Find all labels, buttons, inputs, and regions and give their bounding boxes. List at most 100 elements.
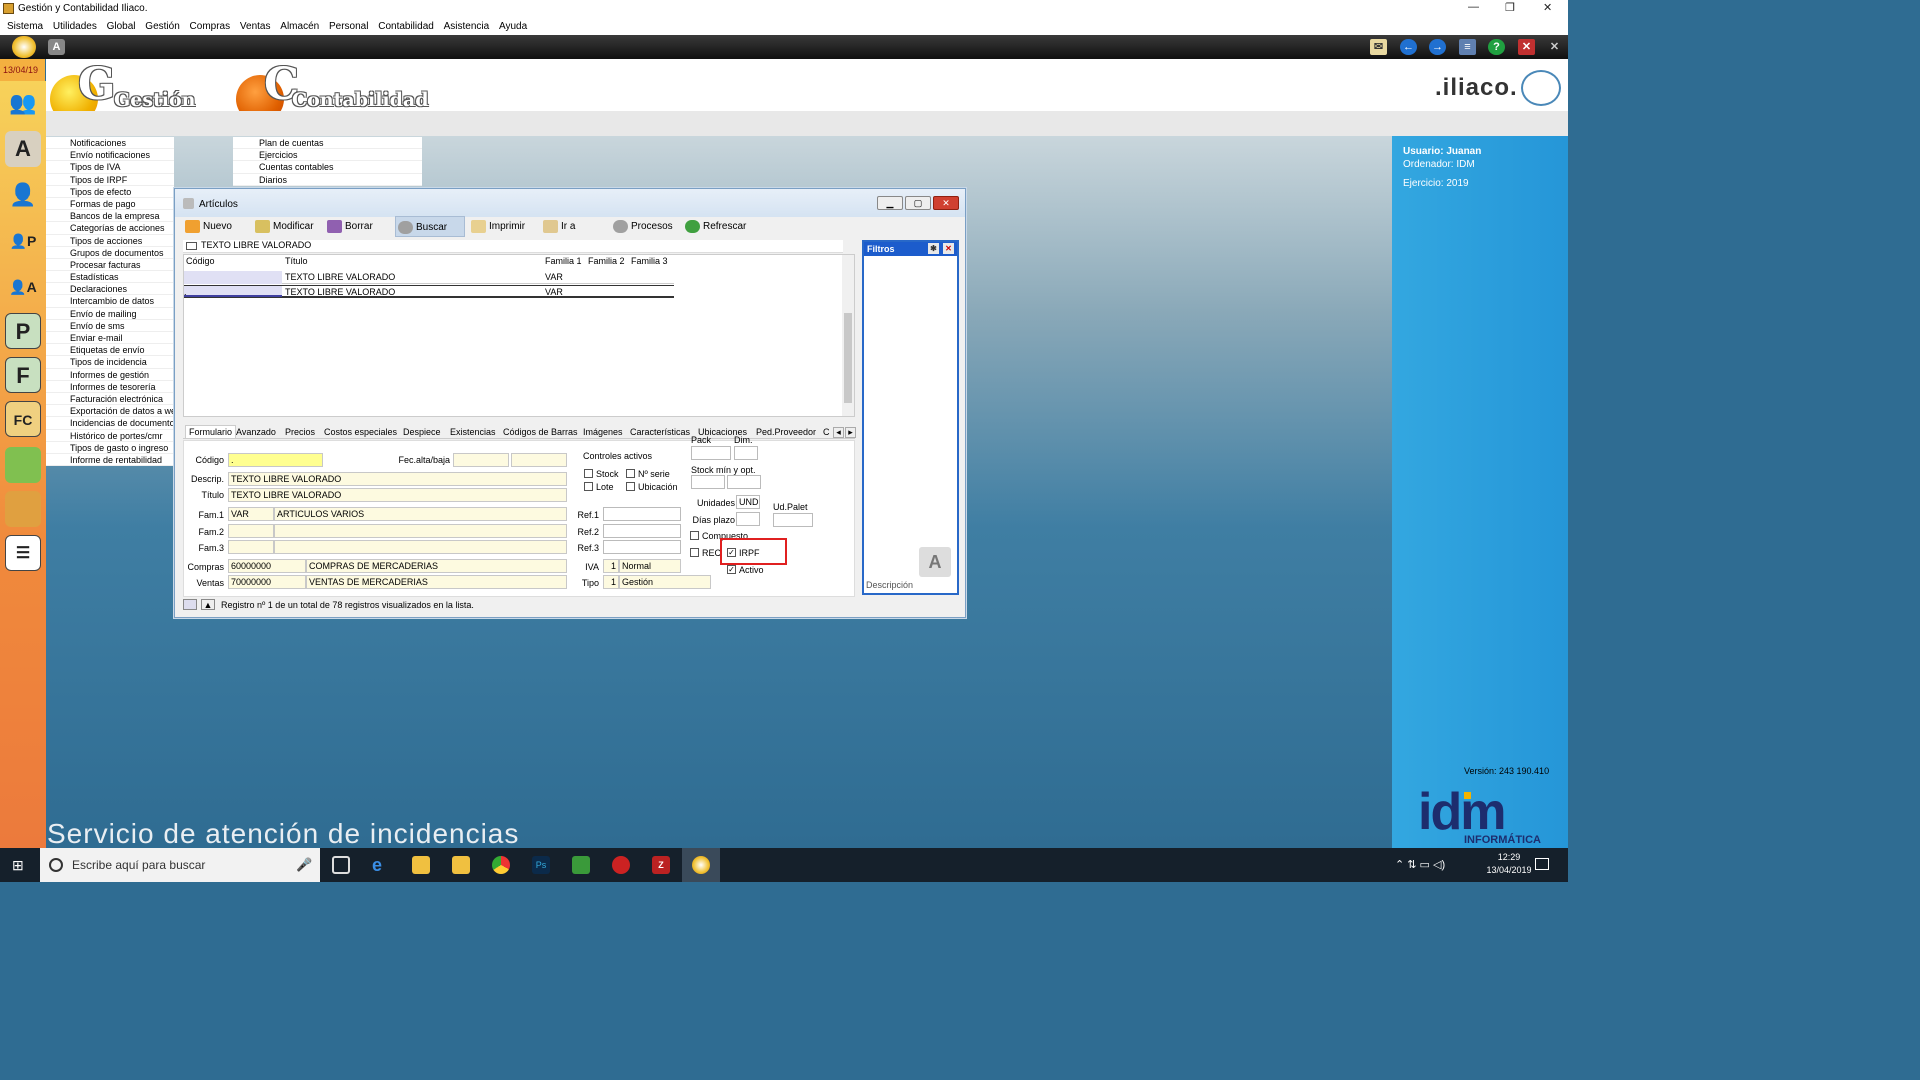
taskbar-clock[interactable]: 12:29 13/04/2019: [1484, 852, 1534, 875]
left-menu-item[interactable]: Categorías de acciones: [46, 222, 174, 235]
minimize-button[interactable]: —: [1468, 1, 1479, 13]
titulo-field[interactable]: TEXTO LIBRE VALORADO: [228, 488, 567, 502]
nserie-checkbox[interactable]: [626, 469, 635, 478]
factura-compra-icon[interactable]: FC: [5, 401, 41, 437]
menu-gestion[interactable]: Gestión: [145, 21, 179, 32]
windows-icon[interactable]: ≡: [1459, 39, 1476, 55]
lote-checkbox[interactable]: [584, 482, 593, 491]
nuevo-button[interactable]: Nuevo: [183, 216, 251, 237]
udpalet-field[interactable]: [773, 513, 813, 527]
menu-personal[interactable]: Personal: [329, 21, 368, 32]
left-menu-item[interactable]: Facturación electrónica: [46, 393, 174, 406]
left-menu-item[interactable]: Informes de tesorería: [46, 381, 174, 393]
accounting-menu-item[interactable]: Diarios: [233, 174, 422, 186]
table-row[interactable]: . TEXTO LIBRE VALORADO VAR: [184, 285, 674, 298]
menu-utilidades[interactable]: Utilidades: [53, 21, 97, 32]
pack-field[interactable]: [691, 446, 731, 460]
borrar-button[interactable]: Borrar: [325, 216, 391, 237]
folder-icon[interactable]: [452, 856, 470, 874]
left-menu-item[interactable]: Tipos de IRPF: [46, 174, 174, 186]
tab-formulario[interactable]: Formulario: [185, 425, 237, 438]
notifications-icon[interactable]: [1535, 858, 1549, 870]
assistant-icon[interactable]: A: [48, 39, 65, 55]
fam2-code-field[interactable]: [228, 524, 274, 538]
codigo-field[interactable]: .: [228, 453, 323, 467]
dialog-minimize-button[interactable]: ▁: [877, 196, 903, 210]
file-manager-icon[interactable]: [412, 856, 430, 874]
activo-checkbox[interactable]: ✓: [727, 565, 736, 574]
stock-checkbox[interactable]: [584, 469, 593, 478]
agent-icon[interactable]: 👤A: [5, 269, 41, 305]
stockmin-field[interactable]: [691, 475, 725, 489]
ledger-icon[interactable]: ☰: [5, 535, 41, 571]
fecbaja-field[interactable]: [511, 453, 567, 467]
ref1-field[interactable]: [603, 507, 681, 521]
left-menu-item[interactable]: Tipos de incidencia: [46, 356, 174, 369]
client-icon[interactable]: 👤: [5, 177, 41, 213]
accounting-menu-item[interactable]: Cuentas contables: [233, 161, 422, 174]
left-menu-item[interactable]: Tipos de IVA: [46, 161, 174, 174]
dialog-close-button[interactable]: ✕: [933, 196, 959, 210]
iva-num-field[interactable]: 1: [603, 559, 619, 573]
diasplazo-field[interactable]: [736, 512, 760, 526]
provider-icon[interactable]: 👤P: [5, 223, 41, 259]
exit-icon[interactable]: ✕: [1546, 39, 1563, 55]
left-menu-item[interactable]: Intercambio de datos: [46, 295, 174, 308]
left-menu-item[interactable]: Envío de mailing: [46, 308, 174, 320]
photoshop-icon[interactable]: Ps: [532, 856, 550, 874]
presupuesto-icon[interactable]: P: [5, 313, 41, 349]
edge-icon[interactable]: e: [372, 856, 390, 874]
search-input[interactable]: TEXTO LIBRE VALORADO: [201, 240, 311, 250]
menu-ventas[interactable]: Ventas: [240, 21, 271, 32]
left-menu-item[interactable]: Tipos de efecto: [46, 186, 174, 198]
menu-almacen[interactable]: Almacén: [280, 21, 319, 32]
tab-c[interactable]: C: [823, 427, 830, 437]
users-icon[interactable]: 👥: [5, 85, 41, 121]
tab-ped-proveedor[interactable]: Ped.Proveedor: [756, 427, 816, 437]
left-menu-item[interactable]: Grupos de documentos: [46, 247, 174, 259]
left-menu-item[interactable]: Etiquetas de envío: [46, 344, 174, 357]
compuesto-checkbox[interactable]: [690, 531, 699, 540]
status-card-icon[interactable]: [183, 599, 197, 610]
left-menu-item[interactable]: Bancos de la empresa: [46, 210, 174, 223]
tab-avanzado[interactable]: Avanzado: [236, 427, 276, 437]
left-menu-item[interactable]: Incidencias de documentos: [46, 417, 174, 430]
tabs-right-icon[interactable]: ▸: [845, 427, 856, 438]
active-app-highlight[interactable]: [682, 848, 720, 882]
fam3-code-field[interactable]: [228, 540, 274, 554]
compras-code-field[interactable]: 60000000: [228, 559, 306, 573]
ventas-code-field[interactable]: 70000000: [228, 575, 306, 589]
mail-icon[interactable]: ✉: [1370, 39, 1387, 55]
task-view-icon[interactable]: [332, 856, 350, 874]
col-familia2[interactable]: Familia 2: [588, 255, 625, 267]
menu-ayuda[interactable]: Ayuda: [499, 21, 527, 32]
dialog-maximize-button[interactable]: ▢: [905, 196, 931, 210]
menu-contabilidad[interactable]: Contabilidad: [378, 21, 434, 32]
factura-icon[interactable]: F: [5, 357, 41, 393]
filezilla-icon[interactable]: Z: [652, 856, 670, 874]
taskbar-search[interactable]: Escribe aquí para buscar 🎤: [40, 848, 320, 882]
fam1-code-field[interactable]: VAR: [228, 507, 274, 521]
left-menu-item[interactable]: Procesar facturas: [46, 259, 174, 272]
left-menu-item[interactable]: Informe de rentabilidad: [46, 454, 174, 467]
service-banner[interactable]: Servicio de atención de incidencias: [47, 818, 519, 850]
tab-codigos-barras[interactable]: Códigos de Barras: [503, 427, 578, 437]
box-green-icon[interactable]: [5, 447, 41, 483]
tab-imagenes[interactable]: Imágenes: [583, 427, 623, 437]
rec-checkbox[interactable]: [690, 548, 699, 557]
tabs-left-icon[interactable]: ◂: [833, 427, 844, 438]
tab-costos-especiales[interactable]: Costos especiales: [324, 427, 397, 437]
ref2-field[interactable]: [603, 524, 681, 538]
left-menu-item[interactable]: Histórico de portes/cmr: [46, 430, 174, 442]
forward-icon[interactable]: →: [1429, 39, 1446, 55]
col-familia3[interactable]: Familia 3: [631, 255, 668, 267]
chrome-icon[interactable]: [492, 856, 510, 874]
help-icon[interactable]: ?: [1488, 39, 1505, 55]
left-menu-item[interactable]: Tipos de gasto o ingreso: [46, 442, 174, 454]
ref3-field[interactable]: [603, 540, 681, 554]
left-menu-item[interactable]: Formas de pago: [46, 198, 174, 211]
notepad-icon[interactable]: [572, 856, 590, 874]
restore-button[interactable]: ❐: [1505, 1, 1515, 14]
descrip-field[interactable]: TEXTO LIBRE VALORADO: [228, 472, 567, 486]
home-icon[interactable]: [12, 36, 36, 58]
